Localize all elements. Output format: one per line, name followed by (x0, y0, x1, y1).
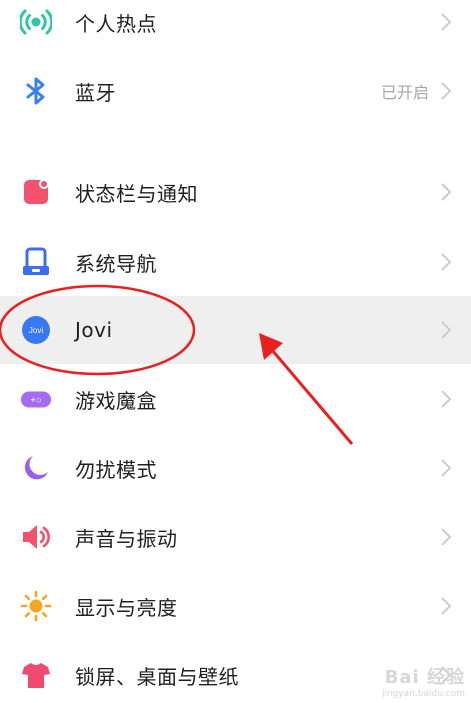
settings-item-jovi[interactable]: Jovi Jovi (0, 296, 471, 364)
chevron-right-icon (441, 528, 452, 546)
chevron-right-icon (441, 82, 452, 100)
chevron-right-icon (441, 390, 452, 408)
chevron-right-icon (441, 13, 452, 31)
settings-item-label: 蓝牙 (75, 80, 116, 105)
settings-item-label: 声音与振动 (75, 526, 178, 551)
jovi-icon-text: Jovi (29, 326, 43, 335)
settings-item-label: 锁屏、桌面与壁纸 (75, 664, 239, 689)
hotspot-icon (20, 6, 52, 38)
jovi-icon: Jovi (20, 314, 52, 346)
bluetooth-status: 已开启 (380, 83, 429, 102)
watermark: Bai 经验 jingyan.baidu.com (345, 663, 465, 699)
chevron-right-icon (441, 183, 452, 201)
settings-item-display[interactable]: 显示与亮度 (0, 572, 471, 640)
settings-item-game-box[interactable]: +○ 游戏魔盒 (0, 365, 471, 433)
moon-icon (20, 452, 52, 484)
game-box-icon-text: +○ (30, 394, 41, 405)
settings-item-label: 状态栏与通知 (75, 181, 198, 206)
watermark-sub: jingyan.baidu.com (381, 689, 465, 699)
chevron-right-icon (441, 253, 452, 271)
chevron-right-icon (441, 459, 452, 477)
speaker-icon (20, 521, 52, 553)
watermark-main: Bai 经验 (384, 667, 465, 688)
settings-item-hotspot[interactable]: 个人热点 (0, 0, 471, 56)
game-box-icon: +○ (20, 383, 52, 415)
settings-screen: 个人热点 蓝牙 已开启 状态栏与通知 系统导航 Jovi Jovi +○ 游戏魔… (0, 0, 471, 703)
chevron-right-icon (441, 321, 452, 339)
settings-item-navigation[interactable]: 系统导航 (0, 228, 471, 296)
settings-item-do-not-disturb[interactable]: 勿扰模式 (0, 434, 471, 502)
settings-item-label: 个人热点 (75, 11, 157, 36)
status-bar-icon (20, 176, 52, 208)
settings-item-sound[interactable]: 声音与振动 (0, 503, 471, 571)
sun-icon (20, 590, 52, 622)
settings-item-bluetooth[interactable]: 蓝牙 已开启 (0, 57, 471, 125)
chevron-right-icon (441, 597, 452, 615)
settings-item-status-bar[interactable]: 状态栏与通知 (0, 158, 471, 226)
tshirt-icon (20, 659, 52, 691)
bluetooth-icon (20, 75, 52, 107)
navigation-icon (20, 246, 52, 278)
settings-item-label: Jovi (75, 318, 113, 342)
settings-item-label: 系统导航 (75, 251, 157, 276)
settings-item-label: 游戏魔盒 (75, 388, 157, 413)
settings-item-label: 显示与亮度 (75, 595, 178, 620)
settings-item-label: 勿扰模式 (75, 457, 157, 482)
